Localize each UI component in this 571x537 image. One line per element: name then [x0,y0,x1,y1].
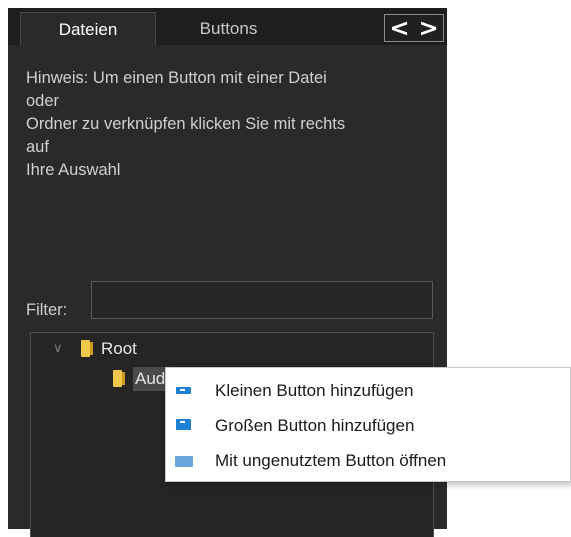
menu-item-open-unused-button[interactable]: Mit ungenutztem Button öffnen [166,444,570,478]
menu-item-label: Großen Button hinzufügen [215,416,415,435]
tab-buttons[interactable]: Buttons [156,12,301,45]
chevron-down-icon[interactable]: ∨ [53,337,63,361]
hint-line: Ordner zu verknüpfen klicken Sie mit rec… [26,115,346,133]
unused-button-icon [175,456,193,467]
menu-item-label: Mit ungenutztem Button öffnen [215,451,447,470]
filter-label: Filter: [26,301,68,319]
menu-item-label: Kleinen Button hinzufügen [215,381,414,400]
folder-icon [81,340,93,357]
small-button-icon [176,387,191,394]
tab-dateien[interactable]: Dateien [20,12,156,45]
hint-line: Ihre Auswahl [26,161,121,179]
hint-line: Hinweis: Um einen Button mit einer Datei [26,69,327,87]
tree-node-label: Aud [133,367,168,391]
tab-scroll-arrows: < > [384,14,444,42]
hint-text: Hinweis: Um einen Button mit einer Datei… [26,67,436,182]
folder-icon [113,370,125,387]
hint-line: oder [26,92,60,110]
tree-node-root[interactable]: ∨ Root [31,337,433,361]
chevron-right-icon[interactable]: > [414,15,443,41]
tree-node-label: Root [101,339,137,358]
filter-input[interactable] [91,281,433,319]
chevron-left-icon[interactable]: < [385,15,414,41]
context-menu: Kleinen Button hinzufügen Großen Button … [165,367,571,482]
menu-item-add-large-button[interactable]: Großen Button hinzufügen [166,409,570,443]
hint-line: auf [26,138,49,156]
large-button-icon [176,419,191,430]
tab-bar: Dateien Buttons < > [8,8,447,45]
menu-item-add-small-button[interactable]: Kleinen Button hinzufügen [166,374,570,408]
